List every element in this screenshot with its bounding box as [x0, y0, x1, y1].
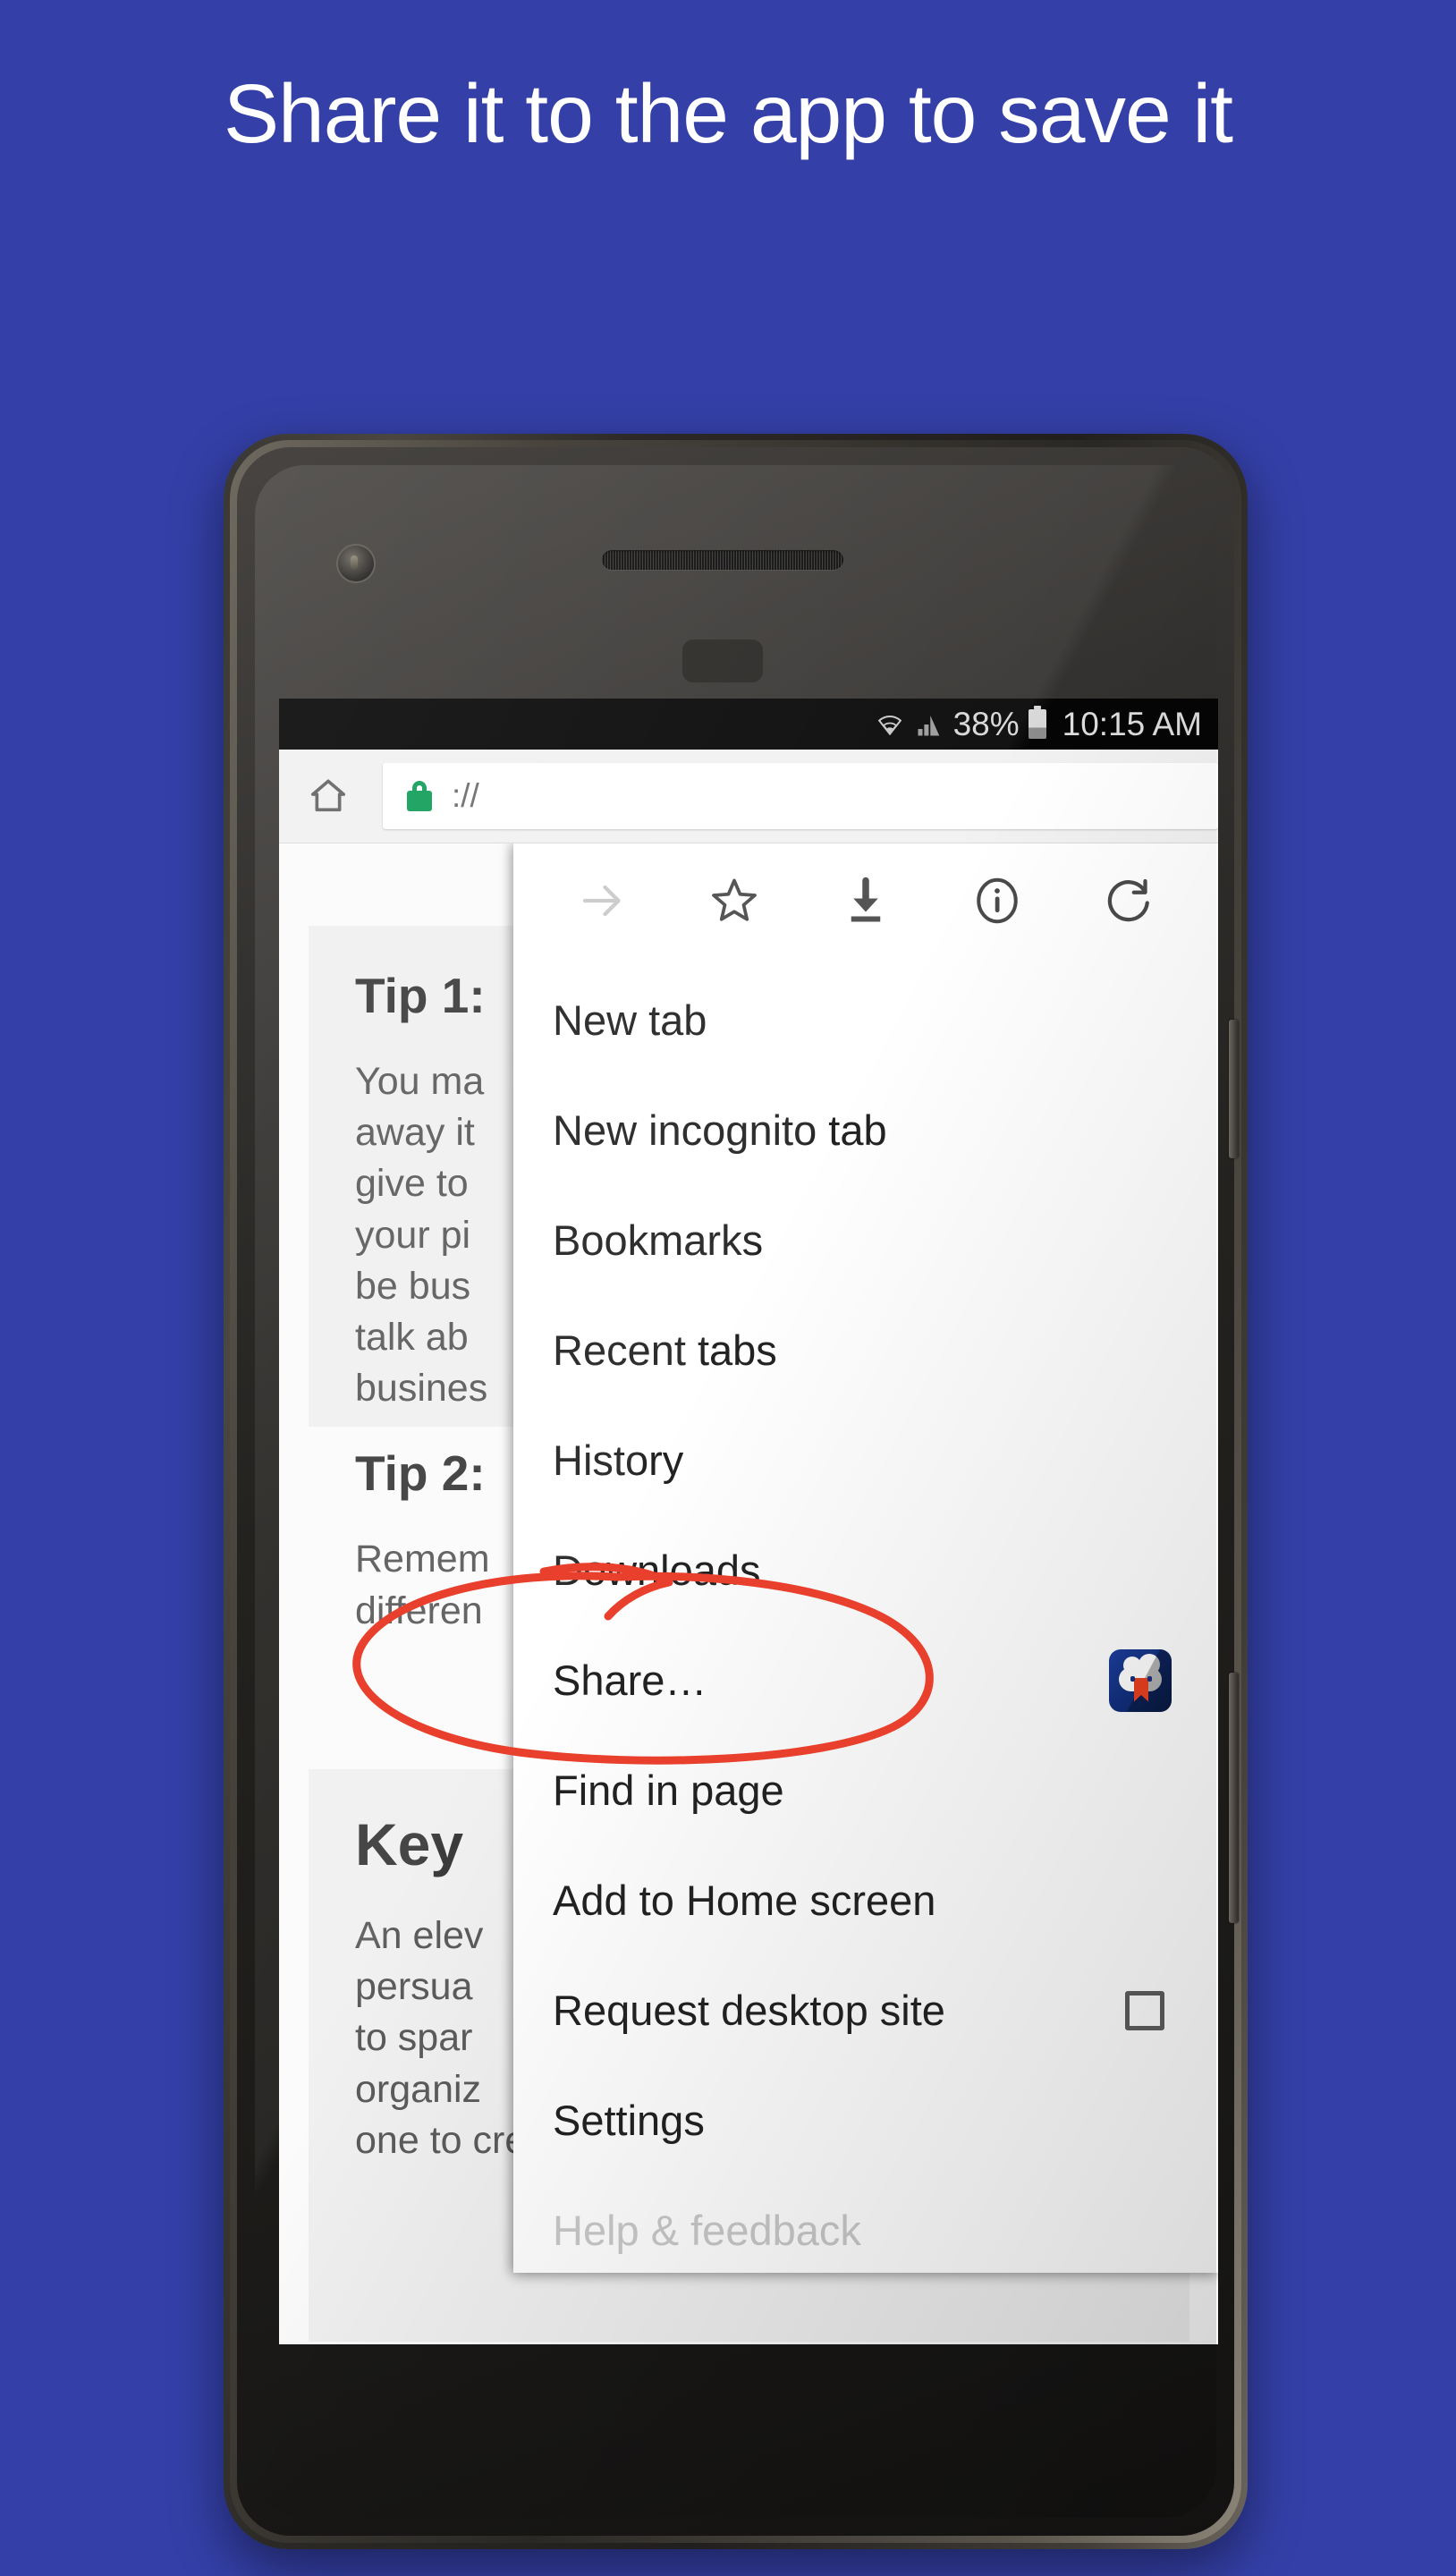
- menu-item-recent-tabs[interactable]: Recent tabs: [513, 1295, 1218, 1405]
- clock-label: 10:15 AM: [1062, 705, 1202, 742]
- page-title: Share it to the app to save it: [223, 67, 1233, 160]
- phone-device: 38% 10:15 AM :// Tip 1: You ma away it g…: [224, 434, 1248, 2549]
- battery-percent-label: 38%: [952, 706, 1020, 742]
- browser-toolbar: ://: [279, 750, 1218, 843]
- earpiece-speaker-icon: [602, 550, 843, 570]
- menu-icon-row: [513, 843, 1218, 958]
- menu-item-new-tab[interactable]: New tab: [513, 965, 1218, 1075]
- request-desktop-site-checkbox[interactable]: [1125, 1990, 1164, 2030]
- menu-item-label: Find in page: [553, 1767, 784, 1814]
- lock-secure-icon: [407, 781, 432, 811]
- share-target-app-icon[interactable]: [1109, 1648, 1172, 1712]
- browser-overflow-menu: New tab New incognito tab Bookmarks Rece…: [513, 843, 1218, 2273]
- menu-item-label: Add to Home screen: [553, 1877, 936, 1924]
- battery-icon: [1028, 706, 1046, 739]
- forward-arrow-icon[interactable]: [574, 872, 631, 929]
- menu-item-settings[interactable]: Settings: [513, 2065, 1218, 2175]
- menu-item-label: New tab: [553, 996, 707, 1044]
- reload-icon[interactable]: [1100, 872, 1157, 929]
- menu-item-find-in-page[interactable]: Find in page: [513, 1735, 1218, 1845]
- cell-signal-icon: [914, 711, 944, 738]
- menu-item-share[interactable]: Share…: [513, 1625, 1218, 1735]
- menu-item-label: Share…: [553, 1657, 707, 1704]
- omnibox[interactable]: ://: [383, 763, 1218, 829]
- menu-item-label: Settings: [553, 2097, 705, 2144]
- menu-item-label: New incognito tab: [553, 1106, 887, 1154]
- home-icon[interactable]: [308, 775, 349, 817]
- phone-body: 38% 10:15 AM :// Tip 1: You ma away it g…: [237, 447, 1239, 2536]
- menu-item-label: Help & feedback: [553, 2207, 861, 2254]
- url-text: ://: [452, 777, 479, 814]
- power-button[interactable]: [1229, 1020, 1239, 1158]
- wifi-icon: [875, 711, 905, 738]
- phone-screen: 38% 10:15 AM :// Tip 1: You ma away it g…: [279, 699, 1218, 2344]
- download-icon[interactable]: [837, 872, 894, 929]
- menu-item-label: History: [553, 1436, 684, 1484]
- bookmark-star-icon[interactable]: [706, 872, 763, 929]
- menu-item-history[interactable]: History: [513, 1405, 1218, 1515]
- menu-item-request-desktop-site[interactable]: Request desktop site: [513, 1955, 1218, 2065]
- proximity-sensor-icon: [682, 640, 763, 682]
- menu-item-label: Request desktop site: [553, 1987, 945, 2034]
- menu-item-help-and-feedback[interactable]: Help & feedback: [513, 2175, 1218, 2285]
- menu-item-bookmarks[interactable]: Bookmarks: [513, 1185, 1218, 1295]
- menu-item-list: New tab New incognito tab Bookmarks Rece…: [513, 958, 1218, 2285]
- menu-item-add-to-home-screen[interactable]: Add to Home screen: [513, 1845, 1218, 1955]
- menu-item-label: Recent tabs: [553, 1326, 777, 1374]
- status-bar: 38% 10:15 AM: [279, 699, 1218, 750]
- menu-item-downloads[interactable]: Downloads: [513, 1515, 1218, 1625]
- volume-button[interactable]: [1229, 1673, 1239, 1923]
- front-camera-icon: [338, 546, 374, 581]
- page-info-icon[interactable]: [969, 872, 1026, 929]
- menu-item-label: Bookmarks: [553, 1216, 764, 1264]
- menu-item-label: Downloads: [553, 1546, 761, 1594]
- menu-item-new-incognito-tab[interactable]: New incognito tab: [513, 1075, 1218, 1185]
- web-page-content: Tip 1: You ma away it give to your pi be…: [279, 843, 1218, 2344]
